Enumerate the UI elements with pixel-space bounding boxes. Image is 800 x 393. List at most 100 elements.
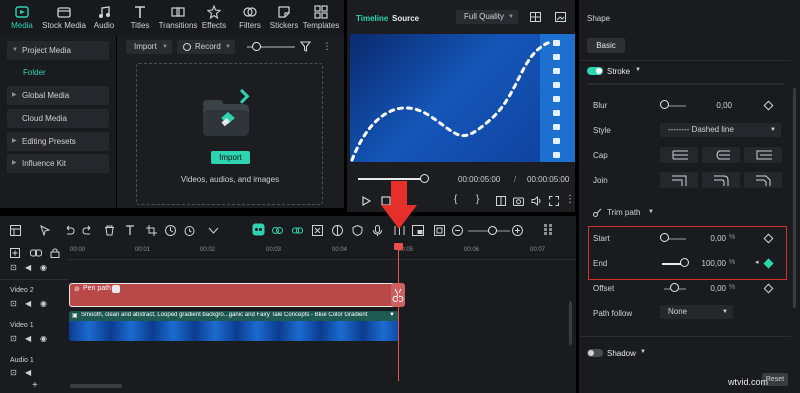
blur-slider-knob[interactable]	[660, 100, 669, 109]
cap-round-button[interactable]	[702, 147, 740, 163]
stroke-toggle[interactable]	[587, 67, 603, 75]
zoom-slider-knob[interactable]	[488, 226, 497, 235]
start-slider-knob[interactable]	[660, 233, 669, 242]
style-dropdown[interactable]: -------- Dashed line ▼	[660, 123, 781, 137]
render-preview-icon[interactable]	[434, 225, 445, 236]
shadow-caret-icon[interactable]: ▼	[640, 349, 646, 355]
preview-video[interactable]	[350, 34, 575, 162]
ai-tool-icon[interactable]	[252, 223, 265, 236]
timeline-h-scrollbar[interactable]	[70, 384, 122, 388]
join-round-button[interactable]	[702, 172, 740, 188]
tool-templates[interactable]: Templates	[300, 3, 342, 33]
visibility-eye-icon[interactable]: ◉	[40, 334, 47, 343]
track-lock-icon[interactable]: ⊡	[10, 263, 17, 272]
cap-square-button[interactable]	[744, 147, 782, 163]
end-value[interactable]: 100,00	[686, 259, 726, 268]
volume-icon[interactable]: ◀	[25, 368, 31, 377]
add-track-icon[interactable]	[10, 248, 20, 258]
volume-icon[interactable]: ◀	[25, 334, 31, 343]
timeline-v-scrollbar[interactable]	[569, 301, 572, 345]
blur-value[interactable]: 0,00	[692, 101, 732, 110]
playhead-handle[interactable]	[394, 243, 403, 250]
redo-icon[interactable]	[82, 225, 93, 236]
timer-icon[interactable]	[184, 225, 195, 236]
more-options-icon[interactable]: ⋮	[565, 194, 575, 205]
tool-media[interactable]: Media	[0, 3, 44, 33]
playback-progress[interactable]	[358, 178, 424, 180]
visibility-eye-icon[interactable]: ◉	[40, 263, 47, 272]
panel-scrollbar[interactable]	[793, 88, 796, 308]
layout-icon[interactable]	[10, 225, 21, 236]
join-miter-button[interactable]	[660, 172, 698, 188]
offset-value[interactable]: 0,00	[686, 284, 726, 293]
mark-out-icon[interactable]: }	[476, 194, 479, 205]
grid-icon[interactable]	[530, 12, 541, 22]
snapshot-image-icon[interactable]	[555, 12, 566, 22]
thumbnail-size-knob[interactable]	[252, 42, 261, 51]
volume-icon[interactable]	[531, 196, 542, 206]
trim-path-caret-icon[interactable]: ▼	[648, 209, 654, 215]
tab-timeline[interactable]: Timeline	[356, 14, 388, 23]
split-view-icon[interactable]	[496, 196, 506, 206]
tab-basic[interactable]: Basic	[587, 38, 625, 53]
marker-icon[interactable]	[312, 225, 323, 236]
tool-stickers[interactable]: Stickers	[264, 3, 304, 33]
shadow-toggle[interactable]	[587, 349, 603, 357]
import-button[interactable]: Import	[211, 151, 250, 164]
shield-icon[interactable]	[352, 225, 363, 236]
sidebar-item-project-media[interactable]: ▼ Project Media	[7, 41, 109, 60]
mark-in-icon[interactable]: {	[454, 194, 457, 205]
join-bevel-button[interactable]	[744, 172, 782, 188]
track-lock-icon[interactable]: ⊡	[10, 299, 17, 308]
sidebar-item-influence-kit[interactable]: ▶ Influence Kit	[7, 154, 109, 173]
tool-titles[interactable]: Titles	[120, 3, 160, 33]
sidebar-item-editing-presets[interactable]: ▶ Editing Presets	[7, 132, 109, 151]
playhead-line[interactable]	[398, 245, 399, 381]
tool-audio[interactable]: Audio	[84, 3, 124, 33]
sidebar-item-global-media[interactable]: ▶ Global Media	[7, 86, 109, 105]
camera-icon[interactable]	[513, 196, 524, 206]
track-link-icon[interactable]	[30, 248, 42, 258]
play-icon[interactable]	[361, 196, 371, 206]
sidebar-item-cloud-media[interactable]: Cloud Media	[7, 109, 109, 128]
import-dropdown[interactable]: Import ▼	[126, 40, 172, 54]
zoom-in-icon[interactable]	[512, 225, 523, 236]
filter-icon[interactable]	[300, 41, 311, 52]
record-dropdown[interactable]: Record ▼	[177, 40, 235, 54]
volume-icon[interactable]: ◀	[25, 263, 31, 272]
cap-butt-button[interactable]	[660, 147, 698, 163]
snap-icon[interactable]	[272, 225, 283, 236]
quality-dropdown[interactable]: Full Quality ▼	[456, 10, 518, 24]
zoom-out-icon[interactable]	[452, 225, 463, 236]
tab-source[interactable]: Source	[392, 14, 419, 23]
undo-icon[interactable]	[64, 225, 75, 236]
track-lock-icon[interactable]: ⊡	[10, 334, 17, 343]
start-value[interactable]: 0,00	[686, 234, 726, 243]
delete-icon[interactable]	[104, 225, 115, 236]
track-lock-icon[interactable]	[50, 248, 60, 258]
video-clip[interactable]: ▣ Smooth, clean and abstract, Looped gra…	[69, 311, 399, 341]
playback-knob[interactable]	[420, 174, 429, 183]
text-tool-icon[interactable]	[125, 225, 137, 236]
speed-icon[interactable]	[165, 225, 176, 236]
add-track-button[interactable]: +	[32, 380, 38, 391]
tool-effects[interactable]: Effects	[194, 3, 234, 33]
color-match-icon[interactable]	[332, 225, 343, 236]
select-tool-icon[interactable]	[40, 225, 51, 236]
offset-slider-knob[interactable]	[670, 283, 679, 292]
link-icon[interactable]	[292, 225, 303, 236]
more-icon[interactable]: ⋮	[322, 40, 332, 52]
crop-icon[interactable]	[146, 225, 157, 236]
stroke-caret-icon[interactable]: ▼	[635, 67, 641, 73]
path-follow-dropdown[interactable]: None ▼	[660, 305, 733, 319]
fullscreen-icon[interactable]	[549, 196, 559, 206]
grid-view-icon[interactable]	[543, 223, 554, 236]
track-lock-icon[interactable]: ⊡	[10, 368, 17, 377]
pen-path-clip[interactable]: ⊘ Pen path	[69, 283, 401, 307]
more-tools-icon[interactable]	[208, 225, 219, 236]
volume-icon[interactable]: ◀	[25, 299, 31, 308]
visibility-eye-icon[interactable]: ◉	[40, 299, 47, 308]
sidebar-item-folder[interactable]: Folder	[7, 64, 109, 81]
previous-keyframe-icon[interactable]: ◂	[755, 258, 759, 266]
tool-stock-media[interactable]: Stock Media	[40, 3, 88, 33]
